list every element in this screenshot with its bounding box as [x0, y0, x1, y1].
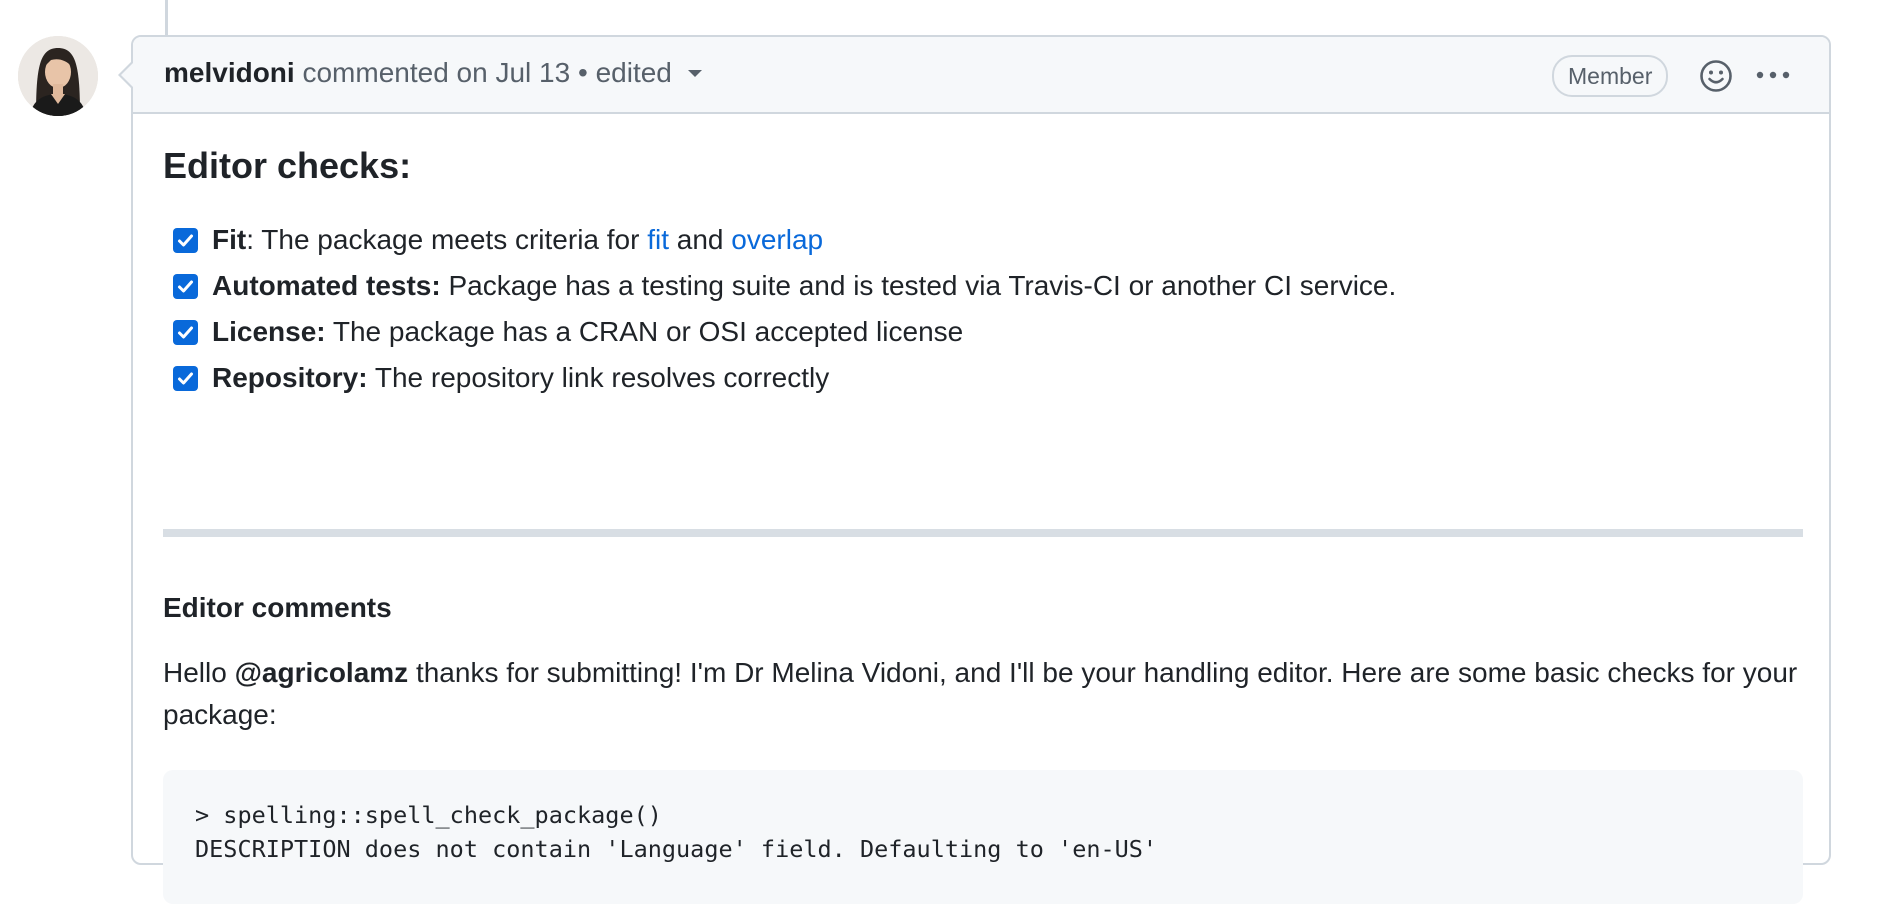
- task-checkbox[interactable]: [173, 365, 198, 391]
- fit-link[interactable]: fit: [647, 224, 669, 255]
- user-avatar-image: [18, 36, 98, 116]
- smiley-icon: [1700, 60, 1732, 92]
- avatar[interactable]: [18, 36, 98, 116]
- overlap-link[interactable]: overlap: [731, 224, 823, 255]
- check-icon: [178, 234, 193, 246]
- separator: •: [577, 57, 588, 88]
- task-list: Fit: The package meets criteria for fit …: [173, 217, 1396, 401]
- triangle-down-icon: [687, 70, 702, 78]
- member-badge: Member: [1552, 55, 1669, 97]
- task-label-bold: Repository:: [212, 362, 368, 393]
- task-text: The package has a CRAN or OSI accepted l…: [325, 316, 964, 347]
- check-icon: [178, 326, 193, 338]
- comment-meta: melvidoni commented on Jul 13 • edited: [164, 55, 702, 91]
- task-list-item: License: The package has a CRAN or OSI a…: [173, 309, 1396, 355]
- user-mention-link[interactable]: @agricolamz: [235, 657, 409, 688]
- comment-paragraph: Hello @agricolamz thanks for submitting!…: [163, 652, 1808, 736]
- comment-box: melvidoni commented on Jul 13 • edited M…: [131, 35, 1831, 904]
- kebab-horizontal-icon: [1756, 71, 1790, 79]
- timeline-line: [165, 0, 168, 36]
- check-icon: [178, 372, 193, 384]
- task-list-item: Automated tests: Package has a testing s…: [173, 263, 1396, 309]
- comment-caret-fill: [121, 62, 134, 88]
- check-icon: [178, 280, 193, 292]
- task-list-item: Fit: The package meets criteria for fit …: [173, 217, 1396, 263]
- task-checkbox[interactable]: [173, 273, 198, 299]
- para-text: thanks for submitting! I'm Dr Melina Vid…: [163, 657, 1798, 730]
- code-block: > spelling::spell_check_package() DESCRI…: [163, 770, 1803, 904]
- editor-comments-heading: Editor comments: [163, 592, 392, 623]
- task-label-bold: Fit: [212, 224, 247, 255]
- para-text: Hello: [163, 657, 235, 688]
- editor-checks-heading: Editor checks:: [163, 145, 412, 186]
- task-checkbox[interactable]: [173, 227, 198, 253]
- horizontal-rule: [163, 529, 1803, 537]
- edited-dropdown[interactable]: edited: [596, 57, 702, 88]
- task-text: and: [669, 224, 732, 255]
- task-list-item: Repository: The repository link resolves…: [173, 355, 1396, 401]
- task-label-bold: Automated tests:: [212, 270, 441, 301]
- task-text: : The package meets criteria for: [246, 224, 648, 255]
- comment-timestamp[interactable]: commented on Jul 13: [302, 57, 570, 88]
- task-label-bold: License:: [212, 316, 326, 347]
- author-link[interactable]: melvidoni: [164, 57, 295, 88]
- add-reaction-button[interactable]: [1699, 59, 1733, 93]
- task-text: The repository link resolves correctly: [367, 362, 830, 393]
- comment-header: melvidoni commented on Jul 13 • edited M…: [133, 37, 1829, 114]
- more-options-button[interactable]: [1755, 65, 1791, 85]
- task-checkbox[interactable]: [173, 319, 198, 345]
- task-text: Package has a testing suite and is teste…: [440, 270, 1397, 301]
